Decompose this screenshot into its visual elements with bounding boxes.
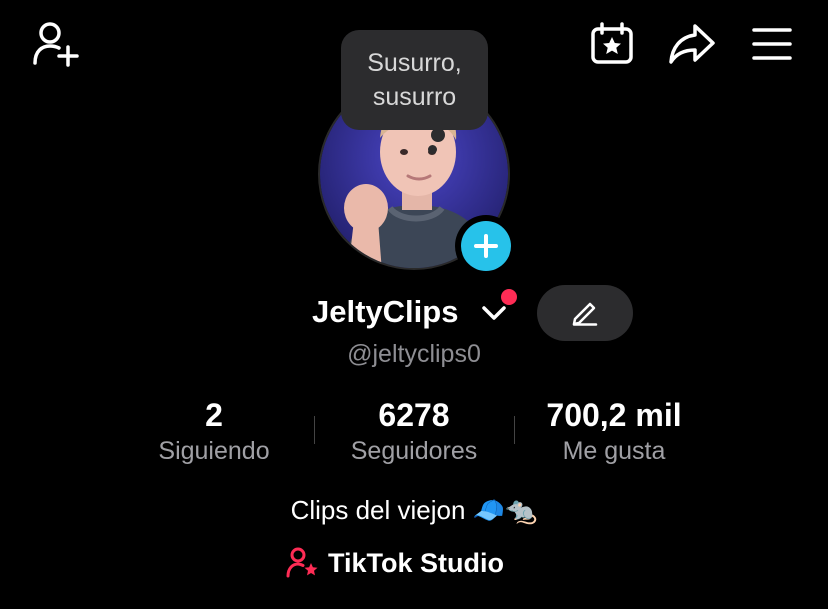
stat-following-value: 2	[205, 397, 223, 433]
stat-likes-value: 700,2 mil	[546, 397, 682, 433]
chevron-down-icon	[482, 306, 506, 320]
add-friend-icon	[33, 22, 79, 67]
tooltip-tail-dot	[431, 128, 445, 142]
display-name: JeltyClips	[312, 294, 459, 329]
profile-bio: Clips del viejon 🧢🐀	[290, 495, 538, 525]
tooltip-text: Susurro, susurro	[367, 49, 462, 111]
share-icon	[669, 24, 715, 64]
menu-button[interactable]	[752, 27, 792, 61]
stat-following[interactable]: 2 Siguiendo	[114, 396, 314, 468]
calendar-button[interactable]	[590, 22, 634, 66]
tooltip-tail-dot-small	[428, 145, 437, 154]
tiktok-studio-label: TikTok Studio	[328, 547, 505, 578]
edit-profile-button[interactable]	[537, 285, 633, 341]
menu-icon	[752, 28, 792, 60]
tooltip-bubble: Susurro, susurro	[341, 30, 488, 130]
pencil-icon	[572, 302, 598, 326]
calendar-star-icon	[591, 22, 633, 64]
stat-likes-label: Me gusta	[562, 437, 666, 465]
stat-following-label: Siguiendo	[158, 437, 270, 465]
account-switch-button[interactable]	[481, 304, 507, 322]
share-button[interactable]	[668, 23, 716, 65]
plus-icon	[474, 234, 498, 258]
add-friend-button[interactable]	[30, 20, 82, 68]
tiktok-studio-link[interactable]: TikTok Studio	[286, 547, 504, 579]
add-story-button[interactable]	[455, 215, 517, 277]
stat-likes[interactable]: 700,2 mil Me gusta	[514, 396, 714, 468]
stat-followers-value: 6278	[378, 397, 450, 433]
stat-followers-label: Seguidores	[350, 437, 478, 465]
creator-studio-icon	[286, 547, 318, 578]
stat-followers[interactable]: 6278 Seguidores	[314, 396, 514, 468]
notification-dot	[501, 289, 517, 305]
username-handle: @jeltyclips0	[347, 340, 481, 368]
